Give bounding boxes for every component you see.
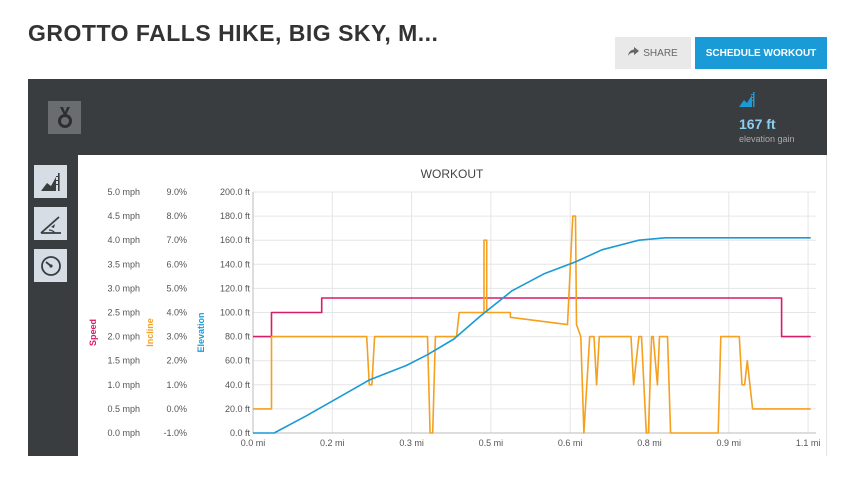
summary-bar: 167 ft elevation gain — [28, 79, 827, 155]
workout-page: GROTTO FALLS HIKE, BIG SKY, M... SHARE S… — [0, 0, 853, 495]
elevation-gain-icon — [739, 92, 755, 107]
y-tick-label: 5.0 mph — [107, 187, 140, 197]
x-tick-label: 1.1 mi — [796, 438, 821, 448]
elevation-gain-label: elevation gain — [739, 134, 795, 144]
y-tick-label: 7.0% — [166, 235, 187, 245]
y-tick-label: 2.5 mph — [107, 308, 140, 318]
y-tick-label: 0.5 mph — [107, 404, 140, 414]
y-tick-label: 40.0 ft — [225, 380, 251, 390]
y-axis-name: Speed — [88, 319, 98, 346]
y-tick-label: 1.0 mph — [107, 380, 140, 390]
speedometer-icon — [40, 255, 61, 276]
y-tick-label: 2.0% — [166, 356, 187, 366]
elevation-icon — [40, 172, 60, 191]
y-tick-label: 6.0% — [166, 259, 187, 269]
x-tick-label: 0.0 mi — [241, 438, 266, 448]
y-tick-label: 4.5 mph — [107, 211, 140, 221]
chart-mode-panel — [28, 155, 78, 456]
chart-title: WORKOUT — [421, 167, 484, 181]
x-tick-label: 0.3 mi — [399, 438, 424, 448]
y-tick-label: 0.0% — [166, 404, 187, 414]
series-line-elevation — [253, 237, 811, 434]
y-tick-label: 8.0% — [166, 211, 187, 221]
y-tick-label: 9.0% — [166, 187, 187, 197]
y-tick-label: 0.0 mph — [107, 428, 140, 438]
x-tick-label: 0.2 mi — [320, 438, 345, 448]
y-tick-label: 140.0 ft — [220, 259, 251, 269]
medal-icon — [57, 106, 72, 128]
y-tick-label: 5.0% — [166, 283, 187, 293]
page-title: GROTTO FALLS HIKE, BIG SKY, M... — [28, 20, 439, 46]
y-tick-label: 100.0 ft — [220, 308, 251, 318]
y-tick-label: 160.0 ft — [220, 235, 251, 245]
schedule-workout-button[interactable]: SCHEDULE WORKOUT — [695, 37, 827, 69]
elevation-chart-button[interactable] — [34, 165, 67, 198]
share-button[interactable]: SHARE — [615, 37, 691, 69]
y-tick-label: 20.0 ft — [225, 404, 251, 414]
elevation-gain-value: 167 ft — [739, 116, 776, 132]
y-tick-label: 1.0% — [166, 380, 187, 390]
y-tick-label: 4.0 mph — [107, 235, 140, 245]
y-tick-label: 0.0 ft — [230, 428, 251, 438]
workout-chart-svg: WORKOUT 0.0 mi 0.2 mi 0.3 mi 0.5 mi 0.6 mi 0.… — [88, 167, 821, 448]
speed-chart-button[interactable] — [34, 249, 67, 282]
y-tick-label: 4.0% — [166, 308, 187, 318]
x-tick-label: 0.5 mi — [479, 438, 504, 448]
y-axis-name: Incline — [145, 318, 155, 347]
y-tick-label: 3.0% — [166, 332, 187, 342]
series-line-incline — [253, 215, 811, 434]
share-label: SHARE — [643, 47, 678, 59]
y-tick-label: 120.0 ft — [220, 283, 251, 293]
share-icon — [628, 47, 640, 59]
y-tick-label: 60.0 ft — [225, 356, 251, 366]
x-tick-label: 0.9 mi — [717, 438, 742, 448]
y-tick-label: 1.5 mph — [107, 356, 140, 366]
elevation-gain-stat: 167 ft elevation gain — [739, 91, 809, 144]
y-tick-label: 3.5 mph — [107, 259, 140, 269]
y-tick-label: 2.0 mph — [107, 332, 140, 342]
incline-chart-button[interactable] — [34, 207, 67, 240]
x-tick-label: 0.8 mi — [637, 438, 662, 448]
y-tick-label: -1.0% — [163, 428, 187, 438]
x-tick-label: 0.6 mi — [558, 438, 583, 448]
y-tick-label: 3.0 mph — [107, 283, 140, 293]
medal-badge — [48, 101, 81, 134]
workout-chart: WORKOUT 0.0 mi 0.2 mi 0.3 mi 0.5 mi 0.6 mi 0.… — [78, 155, 827, 456]
y-tick-label: 80.0 ft — [225, 332, 251, 342]
incline-icon — [39, 215, 61, 234]
series-line-speed — [253, 297, 811, 338]
y-tick-label: 200.0 ft — [220, 187, 251, 197]
y-axis-name: Elevation — [196, 312, 206, 352]
y-tick-label: 180.0 ft — [220, 211, 251, 221]
